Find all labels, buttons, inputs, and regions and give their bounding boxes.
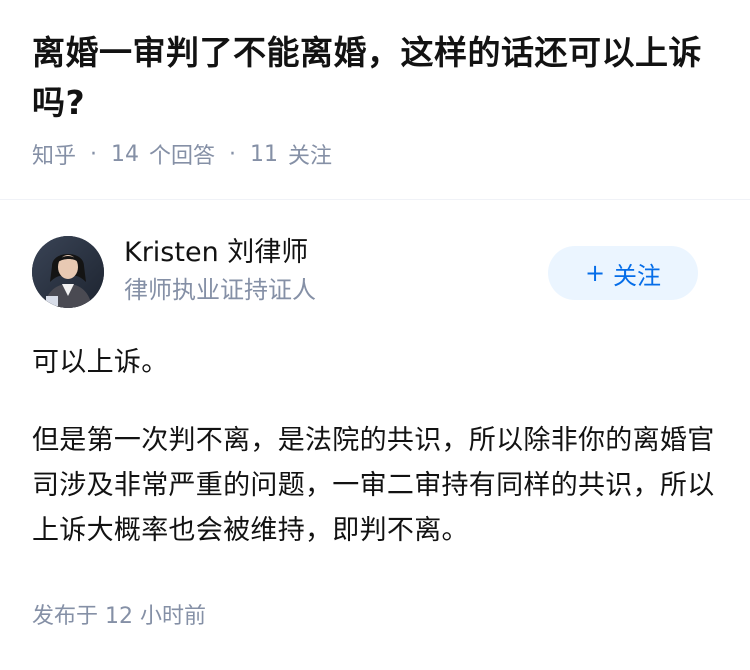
question-meta: 知乎 · 14 个回答 · 11 关注 bbox=[32, 138, 718, 170]
follower-count-label: 关注 bbox=[288, 144, 333, 169]
avatar-portrait-icon bbox=[32, 236, 104, 308]
meta-separator: · bbox=[90, 141, 98, 167]
answer-content: 可以上诉。 但是第一次判不离，是法院的共识，所以除非你的离婚官司涉及非常严重的问… bbox=[32, 340, 718, 553]
posted-time: 发布于 12 小时前 bbox=[32, 598, 206, 630]
zhihu-question-page: 离婚一审判了不能离婚，这样的话还可以上诉吗? 知乎 · 14 个回答 · 11 … bbox=[0, 0, 750, 670]
author-name[interactable]: Kristen 刘律师 bbox=[124, 234, 316, 272]
author-info: Kristen 刘律师 律师执业证持证人 bbox=[124, 234, 316, 308]
plus-icon: + bbox=[584, 259, 606, 287]
answer-card: Kristen 刘律师 律师执业证持证人 + 关注 可以上诉。 但是第一次判不离… bbox=[0, 200, 750, 586]
answer-paragraph: 但是第一次判不离，是法院的共识，所以除非你的离婚官司涉及非常严重的问题，一审二审… bbox=[32, 425, 715, 546]
posted-label: 发布于 bbox=[32, 604, 99, 629]
follow-button[interactable]: + 关注 bbox=[548, 246, 698, 300]
avatar[interactable] bbox=[32, 236, 104, 308]
question-header: 离婚一审判了不能离婚，这样的话还可以上诉吗? 知乎 · 14 个回答 · 11 … bbox=[0, 0, 750, 172]
source-label[interactable]: 知乎 bbox=[32, 138, 76, 170]
meta-separator: · bbox=[229, 141, 237, 167]
answer-paragraph: 可以上诉。 bbox=[32, 347, 169, 378]
follow-button-label: 关注 bbox=[613, 261, 662, 290]
author-badge: 律师执业证持证人 bbox=[124, 276, 316, 304]
answer-count-label: 个回答 bbox=[149, 144, 216, 169]
question-title[interactable]: 离婚一审判了不能离婚，这样的话还可以上诉吗? bbox=[32, 28, 718, 128]
posted-time-value: 12 小时前 bbox=[105, 604, 207, 629]
answer-count: 14 bbox=[111, 141, 140, 167]
follower-count: 11 bbox=[250, 141, 279, 167]
author-row: Kristen 刘律师 律师执业证持证人 + 关注 bbox=[32, 200, 718, 316]
